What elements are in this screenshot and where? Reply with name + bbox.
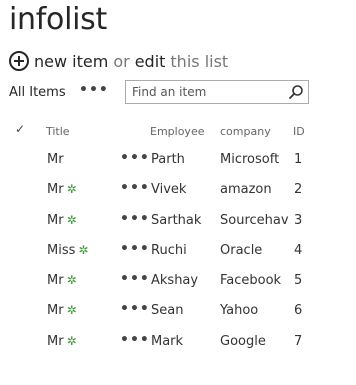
row-id: 7 [294,333,303,349]
table-row[interactable]: Mr ••• Parth Microsoft 1 [0,144,356,174]
row-company: Yahoo [220,303,259,319]
row-menu-button[interactable]: ••• [120,150,150,166]
new-item-indicator-icon: ✲ [66,303,77,318]
search-input[interactable] [126,81,282,103]
row-id: 1 [294,152,303,167]
row-title[interactable]: Mr ✲ [47,273,77,288]
row-employee: Vivek [151,182,187,198]
row-title-text[interactable]: Mr [47,152,64,167]
column-header-title[interactable]: Title [46,125,70,138]
row-id: 2 [294,182,303,198]
view-more-menu[interactable]: ••• [79,82,109,98]
table-row[interactable]: Mr ✲ ••• Vivek amazon 2 [0,174,356,204]
select-all-checkmark-icon[interactable]: ✓ [15,122,25,136]
magnifier-icon[interactable] [288,84,304,100]
new-item-indicator-icon: ✲ [66,212,77,227]
row-id: 5 [294,273,303,289]
new-item-indicator-icon: ✲ [66,273,77,288]
row-company: Oracle [220,242,263,258]
row-menu-button[interactable]: ••• [120,301,150,317]
row-title[interactable]: Mr ✲ [47,213,77,228]
row-employee: Mark [151,333,184,349]
new-item-indicator-icon: ✲ [66,333,77,348]
row-title-text[interactable]: Mr [47,273,64,288]
row-employee: Sean [151,303,184,319]
edit-link[interactable]: edit [135,52,166,71]
list-table: ✓ Title Employee company ID Mr ••• Parth Mi… [0,120,356,356]
row-menu-button[interactable]: ••• [120,211,150,227]
row-title[interactable]: Mr ✲ [47,303,77,318]
new-item-indicator-icon: ✲ [78,242,89,257]
page-title: infolist [9,2,107,37]
row-title[interactable]: Miss ✲ [47,243,88,258]
row-employee: Sarthak [151,212,202,228]
new-item-link[interactable]: new item [34,52,108,71]
table-row[interactable]: Mr ✲ ••• Mark Google 7 [0,326,356,356]
row-title-text[interactable]: Miss [47,243,75,258]
row-menu-button[interactable]: ••• [120,332,150,348]
row-id: 6 [294,303,303,319]
row-title-text[interactable]: Mr [47,334,64,349]
row-company: Microsoft [220,152,280,167]
row-title[interactable]: Mr ✲ [47,182,77,197]
search-box [125,80,309,104]
row-menu-button[interactable]: ••• [120,271,150,287]
row-company: amazon [220,182,272,198]
all-items-view[interactable]: All Items [9,85,66,100]
or-text: or [113,51,130,71]
plus-circle-icon[interactable] [9,51,29,71]
table-body: Mr ••• Parth Microsoft 1 Mr ✲ ••• Vivek amazon 2 Mr… [0,144,356,356]
row-title-text[interactable]: Mr [47,303,64,318]
row-company: Google [220,333,266,349]
row-menu-button[interactable]: ••• [120,241,150,257]
row-company: Sourcehav [220,212,289,228]
row-company: Facebook [220,273,282,289]
list-actions: new item or edit this list [9,50,228,72]
row-id: 4 [294,242,303,258]
table-header: ✓ Title Employee company ID [0,120,356,144]
column-header-id[interactable]: ID [293,125,305,138]
new-item-indicator-icon: ✲ [66,182,77,197]
row-employee: Akshay [151,273,199,289]
row-title[interactable]: Mr ✲ [47,334,77,349]
table-row[interactable]: Mr ✲ ••• Akshay Facebook 5 [0,265,356,295]
this-list-text: this list [170,51,229,71]
row-employee: Parth [151,152,185,167]
row-title-text[interactable]: Mr [47,182,64,197]
table-row[interactable]: Mr ✲ ••• Sarthak Sourcehav 3 [0,205,356,235]
row-id: 3 [294,212,303,228]
column-header-company[interactable]: company [220,125,271,138]
row-title-text[interactable]: Mr [47,213,64,228]
row-employee: Ruchi [151,242,187,258]
row-title[interactable]: Mr [47,152,64,167]
view-bar: All Items ••• [9,80,309,106]
column-header-employee[interactable]: Employee [150,125,204,138]
row-menu-button[interactable]: ••• [120,180,150,196]
table-row[interactable]: Mr ✲ ••• Sean Yahoo 6 [0,295,356,325]
table-row[interactable]: Miss ✲ ••• Ruchi Oracle 4 [0,235,356,265]
